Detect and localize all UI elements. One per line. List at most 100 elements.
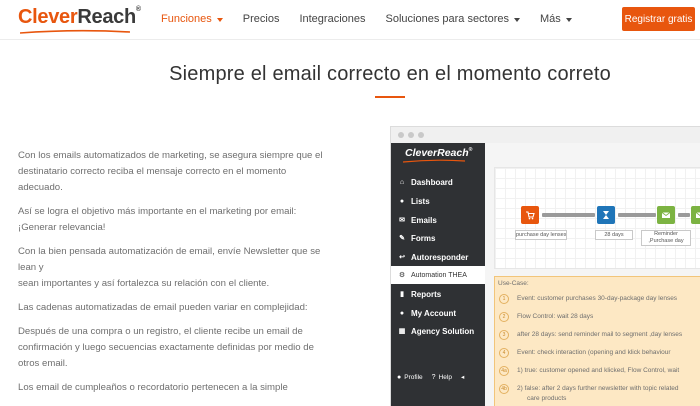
main-nav: Funciones Precios Integraciones Solucion…: [161, 13, 592, 25]
help-link[interactable]: ? Help: [432, 374, 452, 381]
list-item: 4a 1) true: customer opened and klicked,…: [499, 366, 679, 378]
sidebar-item-label: Automation THEA: [411, 271, 467, 279]
chevron-down-icon: [565, 17, 572, 22]
paragraph: Las cadenas automatizadas de email puede…: [18, 302, 308, 313]
step-text: Event: check interaction (opening and kl…: [517, 349, 671, 356]
register-free-button[interactable]: Registrar gratis: [622, 7, 695, 31]
sidebar-item-autoresponder[interactable]: ↩ Autoresponder: [391, 248, 485, 266]
collapse-sidebar-button[interactable]: ◂: [461, 373, 464, 381]
nav-mas[interactable]: Más: [540, 13, 572, 25]
collapse-icon: ◂: [460, 374, 465, 381]
window-chrome: [391, 127, 700, 143]
app-sidebar: CleverReach® ⌂ Dashboard ● Lists ✉ Emails ✎…: [391, 143, 485, 406]
list-item: 4b 2) false: after 2 days further newsle…: [499, 384, 679, 402]
sidebar-item-label: Agency Solution: [411, 326, 475, 336]
paragraph: Los email de cumpleaños o recordatorio p…: [18, 382, 288, 393]
step-text: 2) false: after 2 days further newslette…: [517, 385, 679, 392]
sidebar-item-reports[interactable]: ▮ Reports: [391, 285, 485, 303]
logo-swoosh-icon: [20, 29, 130, 34]
sidebar-item-my-account[interactable]: ● My Account: [391, 304, 485, 322]
flow-connector: [678, 213, 690, 217]
step-text: Flow Control: wait 28 days: [517, 313, 594, 320]
sidebar-item-label: Reports: [411, 289, 442, 299]
step-text-block: 2) false: after 2 days further newslette…: [517, 384, 679, 404]
sidebar-logo-text: CleverReach: [405, 147, 469, 159]
user-icon: ●: [399, 309, 405, 317]
step-text: Event: customer purchases 30-day-package…: [517, 295, 678, 302]
sidebar-item-lists[interactable]: ● Lists: [391, 192, 485, 210]
flow-connector: [618, 213, 656, 217]
app-screenshot: CleverReach® ⌂ Dashboard ● Lists ✉ Emails ✎…: [390, 126, 700, 406]
logo-text-reach: Reach: [77, 6, 136, 28]
use-case-title: Use-Case:: [498, 280, 529, 287]
sidebar-logo: CleverReach®: [405, 147, 472, 159]
profile-link[interactable]: ● Profile: [397, 374, 423, 381]
sidebar-item-label: Autoresponder: [411, 252, 469, 262]
sidebar-item-emails[interactable]: ✉ Emails: [391, 211, 485, 229]
email-send-icon[interactable]: [691, 206, 700, 224]
window-dot-icon: [408, 132, 414, 138]
sidebar-item-dashboard[interactable]: ⌂ Dashboard: [391, 173, 485, 191]
help-label: Help: [438, 373, 452, 381]
sidebar-item-forms[interactable]: ✎ Forms: [391, 229, 485, 247]
nav-funciones-label: Funciones: [161, 13, 212, 25]
nav-mas-label: Más: [540, 13, 561, 25]
users-icon: ●: [399, 197, 405, 205]
sidebar-footer: ● Profile ? Help ◂: [391, 367, 485, 387]
paragraph: Con los emails automatizados de marketin…: [18, 150, 323, 193]
email-send-icon-svg: [695, 212, 700, 218]
chevron-down-icon: [514, 17, 521, 22]
nav-integraciones[interactable]: Integraciones: [299, 13, 365, 25]
sidebar-item-automation-thea[interactable]: ⚙ Automation THEA: [391, 266, 485, 284]
sidebar-item-label: Forms: [411, 233, 436, 243]
step-text: 1) true: customer opened and klicked, Fl…: [517, 367, 680, 374]
use-case-panel: Use-Case: 1 Event: customer purchases 30…: [494, 276, 700, 406]
hourglass-icon-svg: [603, 211, 609, 219]
cleverreach-logo[interactable]: CleverReach®: [18, 6, 141, 34]
workflow-canvas[interactable]: purchase day lenses 28 days Reminder ,Pu…: [494, 167, 700, 269]
flow-node-label: Reminder ,Purchase day lenses: [641, 230, 691, 246]
step-number: 1: [499, 294, 509, 304]
nav-funciones[interactable]: Funciones: [161, 13, 223, 25]
list-item: 2 Flow Control: wait 28 days: [499, 312, 593, 324]
intro-text: Con los emails automatizados de marketin…: [18, 148, 323, 404]
automation-icon: ⚙: [398, 272, 406, 279]
chevron-down-icon: [216, 17, 223, 22]
sidebar-item-agency-solution[interactable]: ▦ Agency Solution: [391, 322, 485, 340]
step-number: 2: [499, 312, 509, 322]
hourglass-icon[interactable]: [597, 206, 615, 224]
step-text-continued: care products: [527, 395, 567, 402]
step-number: 4a: [499, 366, 509, 376]
bar-chart-icon: ▮: [400, 291, 404, 298]
cart-icon[interactable]: [521, 206, 539, 224]
nav-precios[interactable]: Precios: [243, 13, 280, 25]
home-icon: ⌂: [399, 178, 405, 186]
sidebar-item-label: My Account: [411, 308, 457, 318]
pencil-icon: ✎: [399, 235, 405, 242]
title-divider: [375, 96, 405, 98]
building-icon: ▦: [398, 328, 406, 335]
envelope-icon: ✉: [399, 217, 405, 224]
nav-soluciones-label: Soluciones para sectores: [385, 13, 510, 25]
sidebar-item-label: Emails: [411, 215, 437, 225]
user-icon: ●: [397, 373, 402, 381]
list-item: 1 Event: customer purchases 30-day-packa…: [499, 294, 677, 306]
window-dot-icon: [418, 132, 424, 138]
step-number: 3: [499, 330, 509, 340]
paragraph: Con la bien pensada automatización de em…: [18, 246, 321, 273]
step-text: after 28 days: send reminder mail to seg…: [517, 331, 683, 338]
list-item: 4 Event: check interaction (opening and …: [499, 348, 671, 360]
list-item: 3 after 28 days: send reminder mail to s…: [499, 330, 682, 342]
email-send-icon-svg: [661, 212, 671, 218]
top-navigation-bar: CleverReach® Funciones Precios Integraci…: [0, 0, 700, 40]
step-number: 4: [499, 348, 509, 358]
paragraph: Así se logra el objetivo más importante …: [18, 206, 297, 233]
page-title: Siempre el email correcto en el momento …: [169, 63, 611, 85]
window-dot-icon: [398, 132, 404, 138]
flow-node-label: 28 days: [595, 230, 633, 240]
email-send-icon[interactable]: [657, 206, 675, 224]
profile-label: Profile: [404, 373, 423, 381]
step-number: 4b: [499, 384, 509, 394]
nav-integraciones-label: Integraciones: [299, 13, 366, 25]
nav-soluciones[interactable]: Soluciones para sectores: [386, 13, 521, 25]
